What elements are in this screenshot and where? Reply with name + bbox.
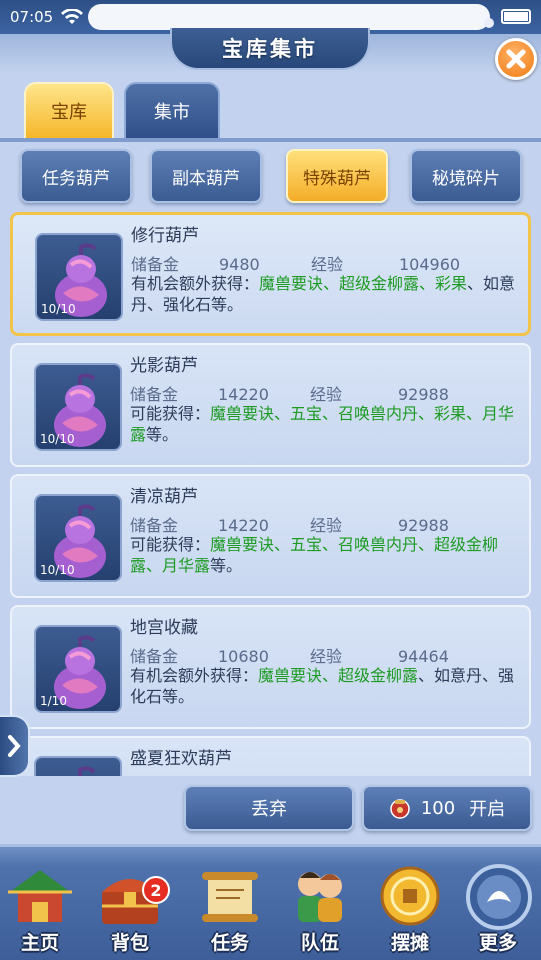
list-item[interactable]: 盛夏狂欢葫芦 (10, 736, 531, 776)
gold-label: 储备金 (130, 516, 179, 535)
item-name: 地宫收藏 (130, 618, 198, 638)
nav-label: 主页 (20, 932, 59, 954)
list-item[interactable]: 10/10 光影葫芦 储备金 14220 经验 92988 可能获得：魔兽要诀、五宝、… (10, 343, 531, 467)
nav-more[interactable]: 更多 (458, 858, 538, 958)
more-icon (466, 864, 532, 930)
item-name: 光影葫芦 (130, 356, 198, 376)
item-description: 可能获得：魔兽要诀、五宝、召唤兽内丹、彩果、月华露等。 (130, 403, 522, 445)
nav-label: 摆摊 (390, 932, 429, 954)
address-bar[interactable] (88, 4, 490, 30)
desc-rewards: 魔兽要诀、超级金柳露、彩果 (259, 274, 468, 293)
nav-home[interactable]: 主页 (0, 858, 80, 958)
gold-value: 9480 (219, 255, 260, 274)
item-description: 可能获得：魔兽要诀、五宝、召唤兽内丹、超级金柳露、月华露等。 (130, 534, 522, 576)
exp-value: 92988 (398, 385, 449, 404)
item-list[interactable]: 10/10 修行葫芦 储备金 9480 经验 104960 有机会额外获得：魔兽要诀、… (0, 210, 541, 776)
gourd-icon (78, 766, 96, 776)
coin-icon (380, 866, 440, 926)
item-stats: 储备金 10680 经验 94464 (130, 643, 449, 667)
exp-value: 94464 (398, 647, 449, 666)
nav-quest[interactable]: 任务 (190, 858, 270, 958)
item-count: 10/10 (40, 432, 75, 446)
exp-label: 经验 (310, 647, 343, 666)
desc-rewards: 魔兽要诀、超级金柳露 (258, 666, 419, 685)
indicator-dot (484, 18, 494, 28)
nav-label: 任务 (210, 932, 249, 954)
gourd-thumbnail: 10/10 (35, 233, 123, 321)
open-label: 开启 (469, 799, 506, 820)
exp-label: 经验 (310, 385, 343, 404)
gold-value: 14220 (218, 385, 269, 404)
item-name: 修行葫芦 (131, 226, 199, 246)
page-title: 宝库集市 (170, 28, 370, 70)
list-item[interactable]: 10/10 清凉葫芦 储备金 14220 经验 92988 可能获得：魔兽要诀、五宝、… (10, 474, 531, 598)
list-item[interactable]: 10/10 修行葫芦 储备金 9480 经验 104960 有机会额外获得：魔兽要诀、… (10, 212, 531, 336)
gourd-thumbnail (34, 756, 122, 776)
close-icon (506, 49, 526, 69)
gold-value: 10680 (218, 647, 269, 666)
open-button[interactable]: 100 开启 (362, 785, 532, 831)
gold-label: 储备金 (131, 255, 180, 274)
item-name: 清凉葫芦 (130, 487, 198, 507)
gourd-thumbnail: 1/10 (34, 625, 122, 713)
item-count: 10/10 (41, 302, 76, 316)
item-name: 盛夏狂欢葫芦 (130, 749, 232, 769)
filter-special-gourd[interactable]: 特殊葫芦 (286, 149, 388, 203)
item-count: 10/10 (40, 563, 75, 577)
gourd-thumbnail: 10/10 (34, 494, 122, 582)
item-description: 有机会额外获得：魔兽要诀、超级金柳露、如意丹、强化石等。 (130, 665, 522, 707)
item-count: 1/10 (40, 694, 67, 708)
money-pot-icon (390, 799, 410, 819)
exp-value: 104960 (399, 255, 461, 274)
desc-prefix: 有机会额外获得： (130, 666, 259, 685)
wifi-icon (61, 9, 84, 24)
side-expand-button[interactable] (0, 715, 30, 777)
battery-icon (501, 9, 531, 24)
gold-value: 14220 (218, 516, 269, 535)
exp-label: 经验 (310, 516, 343, 535)
filter-dungeon-gourd[interactable]: 副本葫芦 (150, 149, 262, 203)
desc-prefix: 可能获得： (130, 404, 211, 423)
filter-secret-fragment[interactable]: 秘境碎片 (410, 149, 522, 203)
exp-value: 92988 (398, 516, 449, 535)
nav-stall[interactable]: 摆摊 (370, 858, 450, 958)
tab-divider (0, 138, 541, 142)
team-icon (298, 872, 342, 922)
desc-prefix: 有机会额外获得： (131, 274, 260, 293)
desc-prefix: 可能获得： (130, 535, 211, 554)
open-cost: 100 (420, 797, 456, 819)
tab-treasury[interactable]: 宝库 (24, 82, 114, 140)
nav-label: 队伍 (300, 932, 339, 954)
gold-label: 储备金 (130, 647, 179, 666)
home-pavilion-icon (8, 870, 72, 922)
gold-label: 储备金 (130, 385, 179, 404)
exp-label: 经验 (311, 255, 344, 274)
gourd-thumbnail: 10/10 (34, 363, 122, 451)
tab-market[interactable]: 集市 (124, 82, 220, 140)
item-stats: 储备金 14220 经验 92988 (130, 512, 449, 536)
item-description: 有机会额外获得：魔兽要诀、超级金柳露、彩果、如意丹、强化石等。 (131, 273, 523, 315)
notification-badge: 2 (142, 876, 170, 904)
nav-bag[interactable]: 背包 (90, 858, 170, 958)
list-item[interactable]: 1/10 地宫收藏 储备金 10680 经验 94464 有机会额外获得：魔兽要诀、超… (10, 605, 531, 729)
item-stats: 储备金 14220 经验 92988 (130, 381, 449, 405)
scroll-icon (202, 872, 258, 922)
nav-label: 背包 (110, 932, 149, 954)
nav-team[interactable]: 队伍 (280, 858, 360, 958)
item-stats: 储备金 9480 经验 104960 (131, 251, 460, 275)
discard-button[interactable]: 丢弃 (184, 785, 354, 831)
filter-task-gourd[interactable]: 任务葫芦 (20, 149, 132, 203)
desc-suffix: 等。 (210, 556, 243, 575)
close-button[interactable] (495, 38, 537, 80)
nav-label: 更多 (478, 932, 517, 954)
chevron-right-icon (8, 735, 21, 757)
status-time: 07:05 (10, 8, 54, 26)
desc-suffix: 等。 (146, 425, 179, 444)
